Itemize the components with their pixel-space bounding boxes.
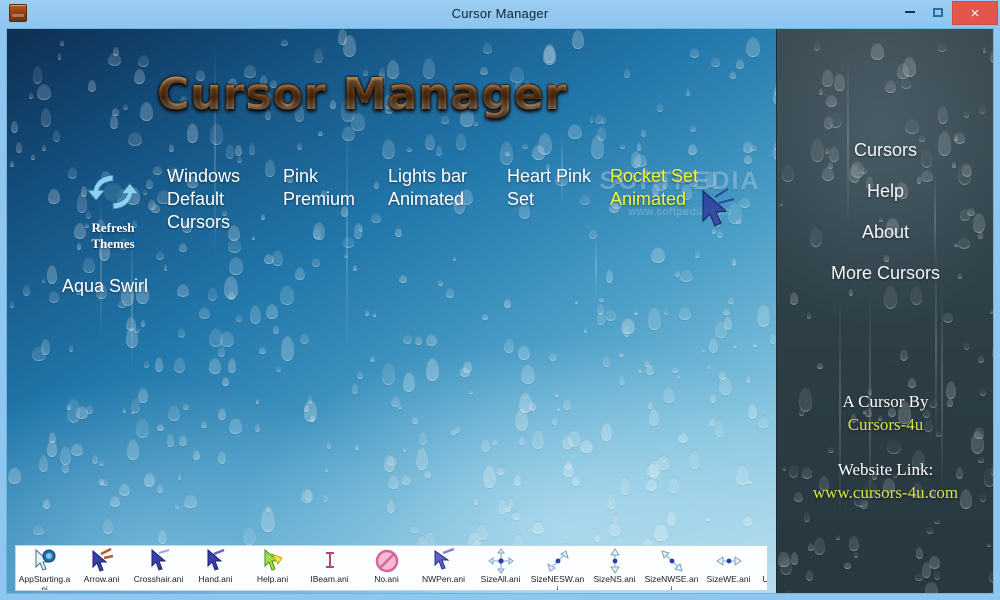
- maximize-button[interactable]: [924, 0, 952, 24]
- theme-item[interactable]: Heart Pink Set: [507, 165, 591, 211]
- cursor-manager-window: Cursor Manager × Cursor Manager SOFTPEDI…: [0, 0, 1000, 600]
- app-logo-title: Cursor Manager: [157, 69, 568, 120]
- cursor-file-name: SizeNESW.ani: [530, 574, 585, 590]
- nwpen-cursor-icon: [415, 548, 472, 574]
- cursor-file-item[interactable]: SizeNESW.ani: [529, 546, 586, 590]
- cursor-file-name: SizeNS.ani: [593, 574, 636, 584]
- refresh-themes-button[interactable]: Refresh Themes: [69, 165, 157, 252]
- cursor-file-item[interactable]: SizeAll.ani: [472, 546, 529, 590]
- watermark-cursor-icon: [702, 188, 735, 227]
- credit-spacer: [777, 435, 993, 460]
- hand-cursor-icon: [187, 548, 244, 574]
- cursor-file-name: NWPen.ani: [422, 574, 465, 584]
- cursor-file-name: Hand.ani: [198, 574, 233, 584]
- sizewe-cursor-icon: [700, 548, 757, 574]
- app-icon: [9, 4, 27, 22]
- cursor-file-name: IBeam.ani: [310, 574, 349, 584]
- theme-item[interactable]: Rocket Set Animated: [610, 165, 698, 211]
- theme-item-label: Pink Premium: [283, 166, 356, 209]
- sizenesw-cursor-icon: [529, 548, 586, 574]
- credit-website-url[interactable]: www.cursors-4u.com: [777, 483, 993, 503]
- theme-item[interactable]: Lights bar Animated: [388, 165, 467, 211]
- theme-item-label: Rocket Set Animated: [610, 166, 699, 209]
- cursor-file-item[interactable]: No.ani: [358, 546, 415, 590]
- cursor-file-item[interactable]: AppStarting.ani: [16, 546, 73, 590]
- sidebar-panel: Cursors Help About More Cursors A Cursor By…: [776, 29, 993, 593]
- window-controls: ×: [896, 0, 1000, 26]
- theme-item[interactable]: Pink Premium: [283, 165, 355, 211]
- sizenwse-cursor-icon: [643, 548, 700, 574]
- cursor-file-item[interactable]: NWPen.ani: [415, 546, 472, 590]
- cursor-file-name: Crosshair.ani: [133, 574, 184, 584]
- title-bar: Cursor Manager ×: [0, 0, 1000, 26]
- theme-item-label: Windows Default Cursors: [167, 166, 241, 232]
- sidebar-credits: A Cursor By Cursors-4u Website Link: www…: [777, 392, 993, 503]
- window-title: Cursor Manager: [451, 5, 549, 21]
- theme-item-label: Heart Pink Set: [507, 166, 592, 209]
- client-area: Cursor Manager SOFTPEDIA www.softpedia.c…: [6, 28, 994, 594]
- cursor-file-name: Help.ani: [256, 574, 289, 584]
- refresh-themes-label: Refresh Themes: [91, 220, 135, 251]
- credit-author-name: Cursors-4u: [847, 415, 924, 434]
- cursor-file-item[interactable]: SizeNWSE.ani: [643, 546, 700, 590]
- cursor-file-item[interactable]: IBeam.ani: [301, 546, 358, 590]
- sidebar-raindrop-texture: [777, 29, 993, 593]
- cursor-file-name: SizeNWSE.ani: [644, 574, 699, 590]
- cursor-file-strip[interactable]: AppStarting.ani Arrow.ani Crosshair.ani Han…: [15, 545, 768, 591]
- maximize-icon: [933, 7, 943, 17]
- close-button[interactable]: ×: [952, 1, 998, 25]
- theme-item-label: Lights bar Animated: [388, 166, 468, 209]
- crosshair-cursor-icon: [130, 548, 187, 574]
- minimize-button[interactable]: [896, 0, 924, 24]
- arrow-cursor-icon: [73, 548, 130, 574]
- appstarting-cursor-icon: [16, 548, 73, 574]
- cursor-file-item[interactable]: SizeNS.ani: [586, 546, 643, 590]
- cursor-file-name: SizeWE.ani: [706, 574, 751, 584]
- theme-item-label: Aqua Swirl: [62, 276, 149, 296]
- help-cursor-icon: [244, 548, 301, 574]
- cursor-file-name: Arrow.ani: [83, 574, 120, 584]
- cursor-file-name: UpArrow.ani: [762, 574, 768, 584]
- cursor-file-item[interactable]: Crosshair.ani: [130, 546, 187, 590]
- cursor-file-item[interactable]: Help.ani: [244, 546, 301, 590]
- sidebar-item-about[interactable]: About: [777, 214, 993, 255]
- ibeam-cursor-icon: [301, 548, 358, 574]
- credit-author-title: A Cursor By: [842, 392, 929, 411]
- theme-item[interactable]: Aqua Swirl: [62, 275, 148, 298]
- theme-item[interactable]: Windows Default Cursors: [167, 165, 240, 234]
- sidebar-menu: Cursors Help About More Cursors: [777, 132, 993, 296]
- cursor-file-item[interactable]: SizeWE.ani: [700, 546, 757, 590]
- cursor-file-item[interactable]: UpArrow.ani: [757, 546, 768, 590]
- minimize-icon: [905, 11, 915, 13]
- no-cursor-icon: [358, 548, 415, 574]
- uparrow-cursor-icon: [757, 548, 767, 574]
- cursor-file-name: AppStarting.ani: [18, 574, 71, 590]
- cursor-file-item[interactable]: Hand.ani: [187, 546, 244, 590]
- credit-website-title: Website Link:: [837, 460, 934, 479]
- sidebar-item-help[interactable]: Help: [777, 173, 993, 214]
- cursor-file-name: SizeAll.ani: [480, 574, 521, 584]
- cursor-file-item[interactable]: Arrow.ani: [73, 546, 130, 590]
- theme-browser-panel: Cursor Manager SOFTPEDIA www.softpedia.c…: [7, 29, 776, 593]
- sizeall-cursor-icon: [472, 548, 529, 574]
- sidebar-item-cursors[interactable]: Cursors: [777, 132, 993, 173]
- cursor-file-name: No.ani: [374, 574, 399, 584]
- sizens-cursor-icon: [586, 548, 643, 574]
- refresh-icon: [86, 174, 140, 210]
- sidebar-item-more-cursors[interactable]: More Cursors: [777, 255, 993, 296]
